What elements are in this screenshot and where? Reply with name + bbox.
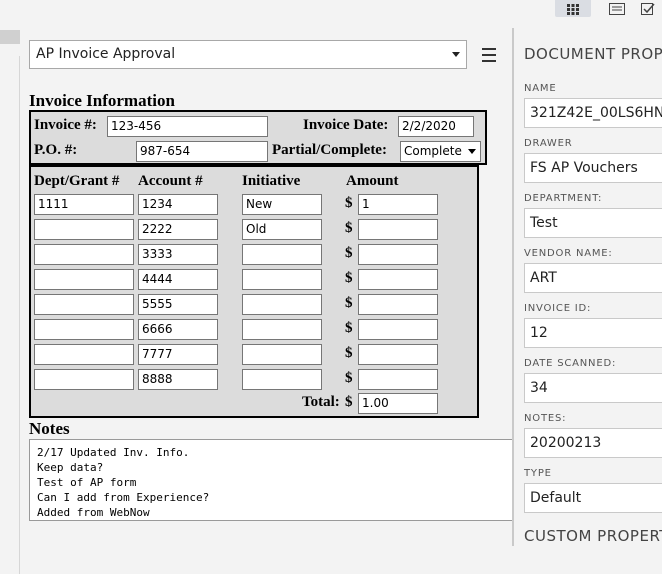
partial-complete-label: Partial/Complete:: [272, 142, 387, 158]
account-input[interactable]: 6666: [138, 319, 218, 340]
collapse-tab[interactable]: [0, 30, 20, 44]
po-input[interactable]: 987-654: [136, 141, 268, 162]
checklist-icon: [641, 2, 655, 15]
amount-input[interactable]: [358, 294, 438, 315]
left-strip: [0, 28, 20, 574]
type-field[interactable]: Default: [524, 483, 662, 513]
name-label: NAME: [524, 83, 557, 94]
currency-symbol: $: [345, 370, 353, 386]
currency-symbol: $: [345, 320, 353, 336]
currency-symbol: $: [345, 270, 353, 286]
amount-header: Amount: [346, 173, 399, 189]
invoice-header-box: Invoice #: 123-456 Invoice Date: 2/2/202…: [29, 110, 487, 165]
initiative-input[interactable]: [242, 269, 322, 290]
notes-prop-field[interactable]: 20200213: [524, 428, 662, 458]
amount-input[interactable]: [358, 269, 438, 290]
currency-symbol: $: [345, 345, 353, 361]
checklist-button[interactable]: [641, 0, 662, 17]
initiative-input[interactable]: [242, 294, 322, 315]
po-label: P.O. #:: [34, 142, 78, 158]
date-scanned-field[interactable]: 34: [524, 373, 662, 403]
invoice-number-label: Invoice #:: [34, 117, 97, 133]
grid-view-button[interactable]: [555, 0, 591, 17]
account-input[interactable]: 8888: [138, 369, 218, 390]
amount-input[interactable]: [358, 344, 438, 365]
currency-symbol: $: [345, 295, 353, 311]
grid-view-icon: [567, 3, 579, 15]
partial-complete-select[interactable]: Complete: [400, 141, 481, 162]
properties-title: DOCUMENT PROPERTIES: [524, 45, 662, 63]
initiative-input[interactable]: Old: [242, 219, 322, 240]
drawer-label: DRAWER: [524, 138, 573, 149]
amount-input[interactable]: [358, 219, 438, 240]
account-header: Account #: [138, 173, 203, 189]
dept-input[interactable]: [34, 244, 134, 265]
dept-input[interactable]: [34, 369, 134, 390]
form-selector-value: AP Invoice Approval: [36, 46, 176, 62]
custom-properties-title: CUSTOM PROPERTIES: [524, 527, 662, 545]
chevron-down-icon: [468, 149, 476, 154]
initiative-header: Initiative: [242, 173, 301, 189]
invoice-date-input[interactable]: 2/2/2020: [398, 116, 474, 137]
notes-title: Notes: [29, 419, 70, 438]
initiative-input[interactable]: New: [242, 194, 322, 215]
initiative-input[interactable]: [242, 369, 322, 390]
list-view-button[interactable]: [599, 0, 635, 17]
account-input[interactable]: 5555: [138, 294, 218, 315]
account-input[interactable]: 2222: [138, 219, 218, 240]
form-selector[interactable]: AP Invoice Approval: [29, 40, 467, 69]
dept-input[interactable]: [34, 269, 134, 290]
amount-input[interactable]: [358, 319, 438, 340]
dept-input[interactable]: [34, 219, 134, 240]
dept-input[interactable]: 1111: [34, 194, 134, 215]
drawer-field[interactable]: FS AP Vouchers: [524, 153, 662, 183]
invoice-date-label: Invoice Date:: [303, 117, 389, 133]
initiative-input[interactable]: [242, 319, 322, 340]
initiative-input[interactable]: [242, 344, 322, 365]
top-toolbar: [0, 0, 662, 29]
invoice-id-label: INVOICE ID:: [524, 303, 592, 314]
notes-textarea[interactable]: 2/17 Updated Inv. Info. Keep data? Test …: [29, 439, 517, 521]
vendor-name-field[interactable]: ART: [524, 263, 662, 293]
total-currency-symbol: $: [345, 394, 353, 410]
total-input[interactable]: 1.00: [358, 393, 438, 414]
line-items-box: Dept/Grant # Account # Initiative Amount…: [29, 165, 479, 418]
account-input[interactable]: 4444: [138, 269, 218, 290]
type-label: TYPE: [524, 468, 552, 479]
account-input[interactable]: 1234: [138, 194, 218, 215]
amount-input[interactable]: [358, 244, 438, 265]
vendor-name-label: VENDOR NAME:: [524, 248, 613, 259]
dept-input[interactable]: [34, 344, 134, 365]
chevron-down-icon: [452, 52, 460, 57]
date-scanned-label: DATE SCANNED:: [524, 358, 617, 369]
dept-input[interactable]: [34, 319, 134, 340]
menu-icon[interactable]: [482, 48, 496, 62]
dept-input[interactable]: [34, 294, 134, 315]
list-view-icon: [609, 2, 625, 15]
total-label: Total:: [302, 394, 340, 410]
account-input[interactable]: 3333: [138, 244, 218, 265]
account-input[interactable]: 7777: [138, 344, 218, 365]
department-field[interactable]: Test: [524, 208, 662, 238]
properties-panel: DOCUMENT PROPERTIES NAME 321Z42E_00LS6HN…: [514, 28, 662, 546]
initiative-input[interactable]: [242, 244, 322, 265]
invoice-id-field[interactable]: 12: [524, 318, 662, 348]
currency-symbol: $: [345, 220, 353, 236]
department-label: DEPARTMENT:: [524, 193, 603, 204]
amount-input[interactable]: 1: [358, 194, 438, 215]
notes-prop-label: NOTES:: [524, 413, 567, 424]
invoice-info-title: Invoice Information: [29, 91, 175, 110]
form-area: AP Invoice Approval Invoice Information …: [20, 28, 517, 546]
dept-header: Dept/Grant #: [34, 173, 120, 189]
name-field[interactable]: 321Z42E_00LS6HND: [524, 98, 662, 128]
partial-complete-value: Complete: [404, 144, 462, 158]
invoice-number-input[interactable]: 123-456: [107, 116, 268, 137]
currency-symbol: $: [345, 195, 353, 211]
currency-symbol: $: [345, 245, 353, 261]
amount-input[interactable]: [358, 369, 438, 390]
